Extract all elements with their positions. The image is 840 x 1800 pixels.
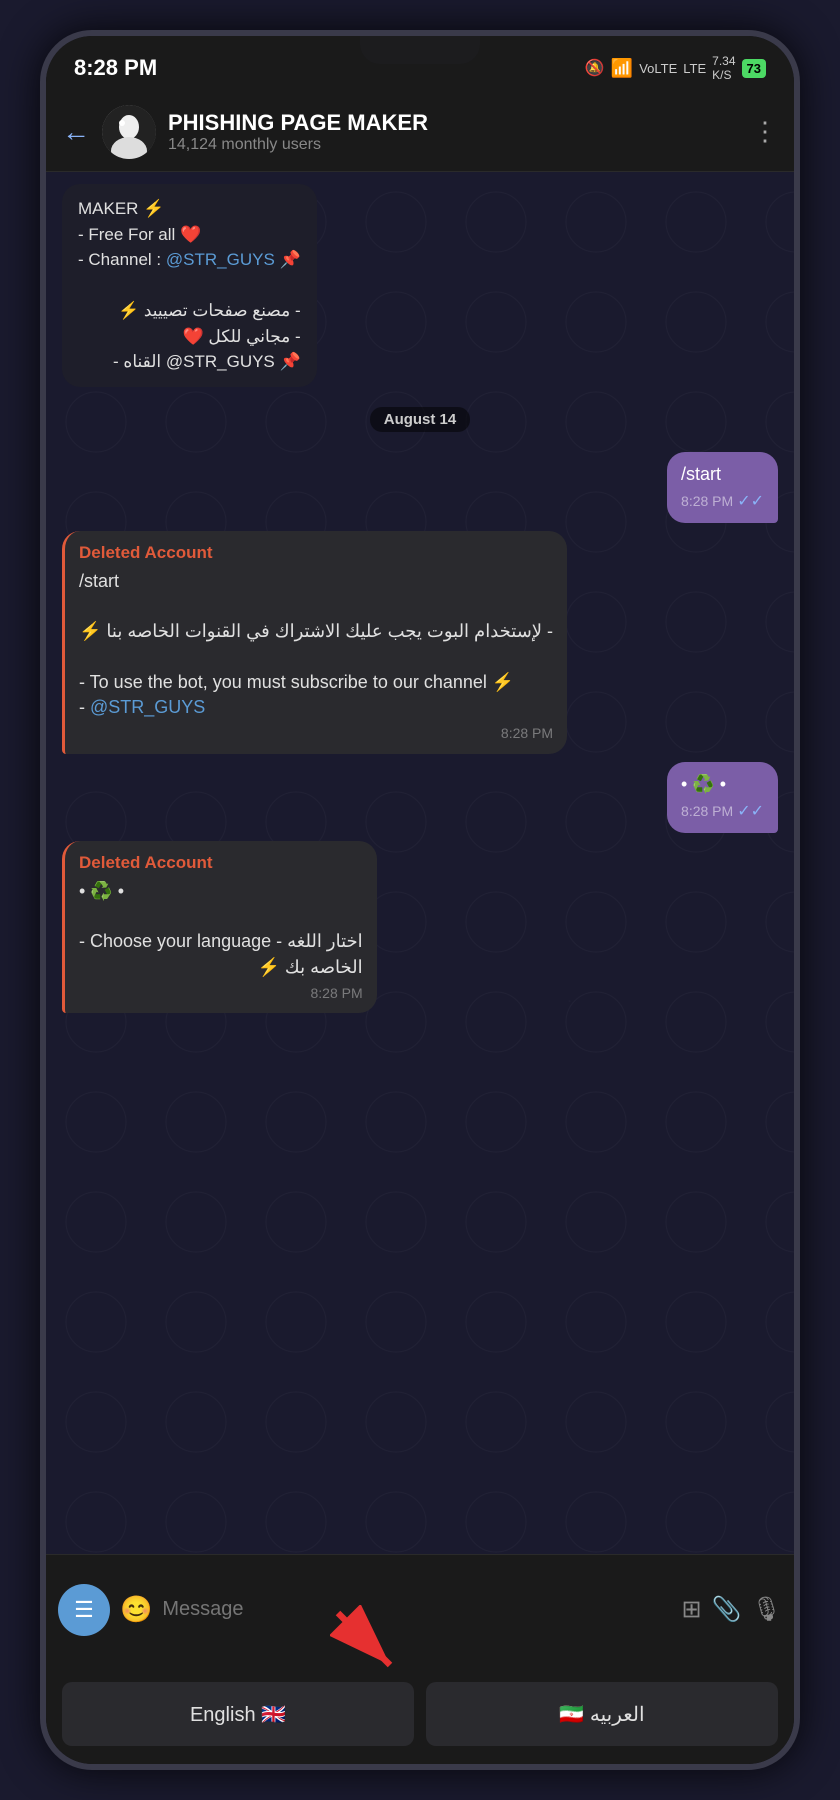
avatar: [102, 105, 156, 159]
input-bar: ☰ 😊 ⊞ 📎 🎙: [46, 1554, 794, 1664]
message-text: /start: [681, 464, 721, 484]
arabic-button[interactable]: 🇮🇷 العربيه: [426, 1682, 778, 1746]
message-bubble-1: MAKER ⚡ - Free For all ❤️ - Channel : @S…: [62, 184, 317, 387]
message-text: - Free For all ❤️: [78, 222, 301, 248]
message-time: 8:28 PM: [311, 984, 363, 1004]
list-item: /start 8:28 PM ✓✓: [62, 452, 778, 524]
chat-subtitle: 14,124 monthly users: [168, 136, 740, 154]
lte2-icon: LTE: [683, 61, 706, 76]
list-item: Deleted Account • ♻️ • - Choose your lan…: [62, 841, 778, 1013]
arabic-text: - مصنع صفحات تصيييد ⚡: [78, 298, 301, 324]
english-label: English 🇬🇧: [190, 1702, 286, 1727]
bell-mute-icon: 🔕: [585, 58, 605, 78]
message-text: • ♻️ •: [79, 879, 363, 904]
sender-name: Deleted Account: [79, 541, 553, 565]
arabic-text: - مجاني للكل ❤️: [78, 324, 301, 350]
outgoing-bubble-2: • ♻️ • 8:28 PM ✓✓: [667, 762, 778, 834]
more-options-button[interactable]: ⋮: [752, 116, 778, 147]
message-text: MAKER ⚡: [78, 196, 301, 222]
phone-frame: 8:28 PM 🔕 📶 VoLTE LTE 7.34K/S 73 ←: [40, 30, 800, 1770]
read-ticks: ✓✓: [737, 801, 764, 823]
quick-replies: English 🇬🇧 🇮🇷 العربيه: [46, 1664, 794, 1764]
channel-link[interactable]: @STR_GUYS: [166, 250, 275, 269]
choose-lang-ar: الخاصه بك ⚡: [79, 955, 363, 980]
channel-mention: - @STR_GUYS: [79, 695, 553, 720]
list-item: Deleted Account /start - لإستخدام البوت …: [62, 531, 778, 754]
date-divider: August 14: [62, 407, 778, 432]
incoming-bubble: Deleted Account /start - لإستخدام البوت …: [62, 531, 567, 754]
message-input[interactable]: [162, 1598, 671, 1621]
outgoing-bubble: /start 8:28 PM ✓✓: [667, 452, 778, 524]
menu-button[interactable]: ☰: [58, 1584, 110, 1636]
mic-icon[interactable]: 🎙: [752, 1595, 782, 1624]
hamburger-icon: ☰: [74, 1597, 94, 1623]
battery-icon: 73: [742, 59, 766, 78]
message-time: 8:28 PM: [501, 724, 553, 744]
arabic-message: - لإستخدام البوت يجب عليك الاشتراك في ال…: [79, 619, 553, 644]
lte-icon: VoLTE: [639, 61, 677, 76]
str-guys-link[interactable]: @STR_GUYS: [90, 697, 205, 717]
back-button[interactable]: ←: [62, 116, 90, 148]
message-time: 8:28 PM: [681, 492, 733, 512]
status-icons: 🔕 📶 VoLTE LTE 7.34K/S 73: [585, 54, 766, 82]
speed-icon: 7.34K/S: [712, 54, 735, 82]
sticker-icon[interactable]: ⊞: [682, 1595, 702, 1624]
read-ticks: ✓✓: [737, 491, 764, 513]
arabic-text: 📌 STR_GUYS@ القناه -: [78, 349, 301, 375]
header-info: PHISHING PAGE MAKER 14,124 monthly users: [168, 110, 740, 154]
message-text: - Channel : @STR_GUYS 📌: [78, 247, 301, 273]
english-button[interactable]: English 🇬🇧: [62, 1682, 414, 1746]
chat-area: MAKER ⚡ - Free For all ❤️ - Channel : @S…: [46, 172, 794, 1554]
emoji-button[interactable]: 😊: [120, 1594, 152, 1625]
choose-lang-en: - Choose your language - اختار اللغه: [79, 929, 363, 954]
incoming-bubble-2: Deleted Account • ♻️ • - Choose your lan…: [62, 841, 377, 1013]
date-label: August 14: [370, 407, 471, 432]
list-item: • ♻️ • 8:28 PM ✓✓: [62, 762, 778, 834]
arabic-label: 🇮🇷 العربيه: [559, 1702, 644, 1727]
message-text: /start: [79, 569, 553, 594]
status-time: 8:28 PM: [74, 55, 157, 81]
message-time: 8:28 PM: [681, 802, 733, 822]
sender-name-2: Deleted Account: [79, 851, 363, 875]
list-item: MAKER ⚡ - Free For all ❤️ - Channel : @S…: [62, 184, 778, 387]
message-text: • ♻️ •: [681, 774, 726, 794]
chat-header: ← PHISHING PAGE MAKER 14,124 monthly use…: [46, 92, 794, 172]
signal-icon: 📶: [611, 58, 633, 79]
english-message: - To use the bot, you must subscribe to …: [79, 670, 553, 695]
notch: [360, 36, 480, 64]
attachment-icon[interactable]: 📎: [712, 1595, 742, 1624]
chat-title: PHISHING PAGE MAKER: [168, 110, 740, 136]
